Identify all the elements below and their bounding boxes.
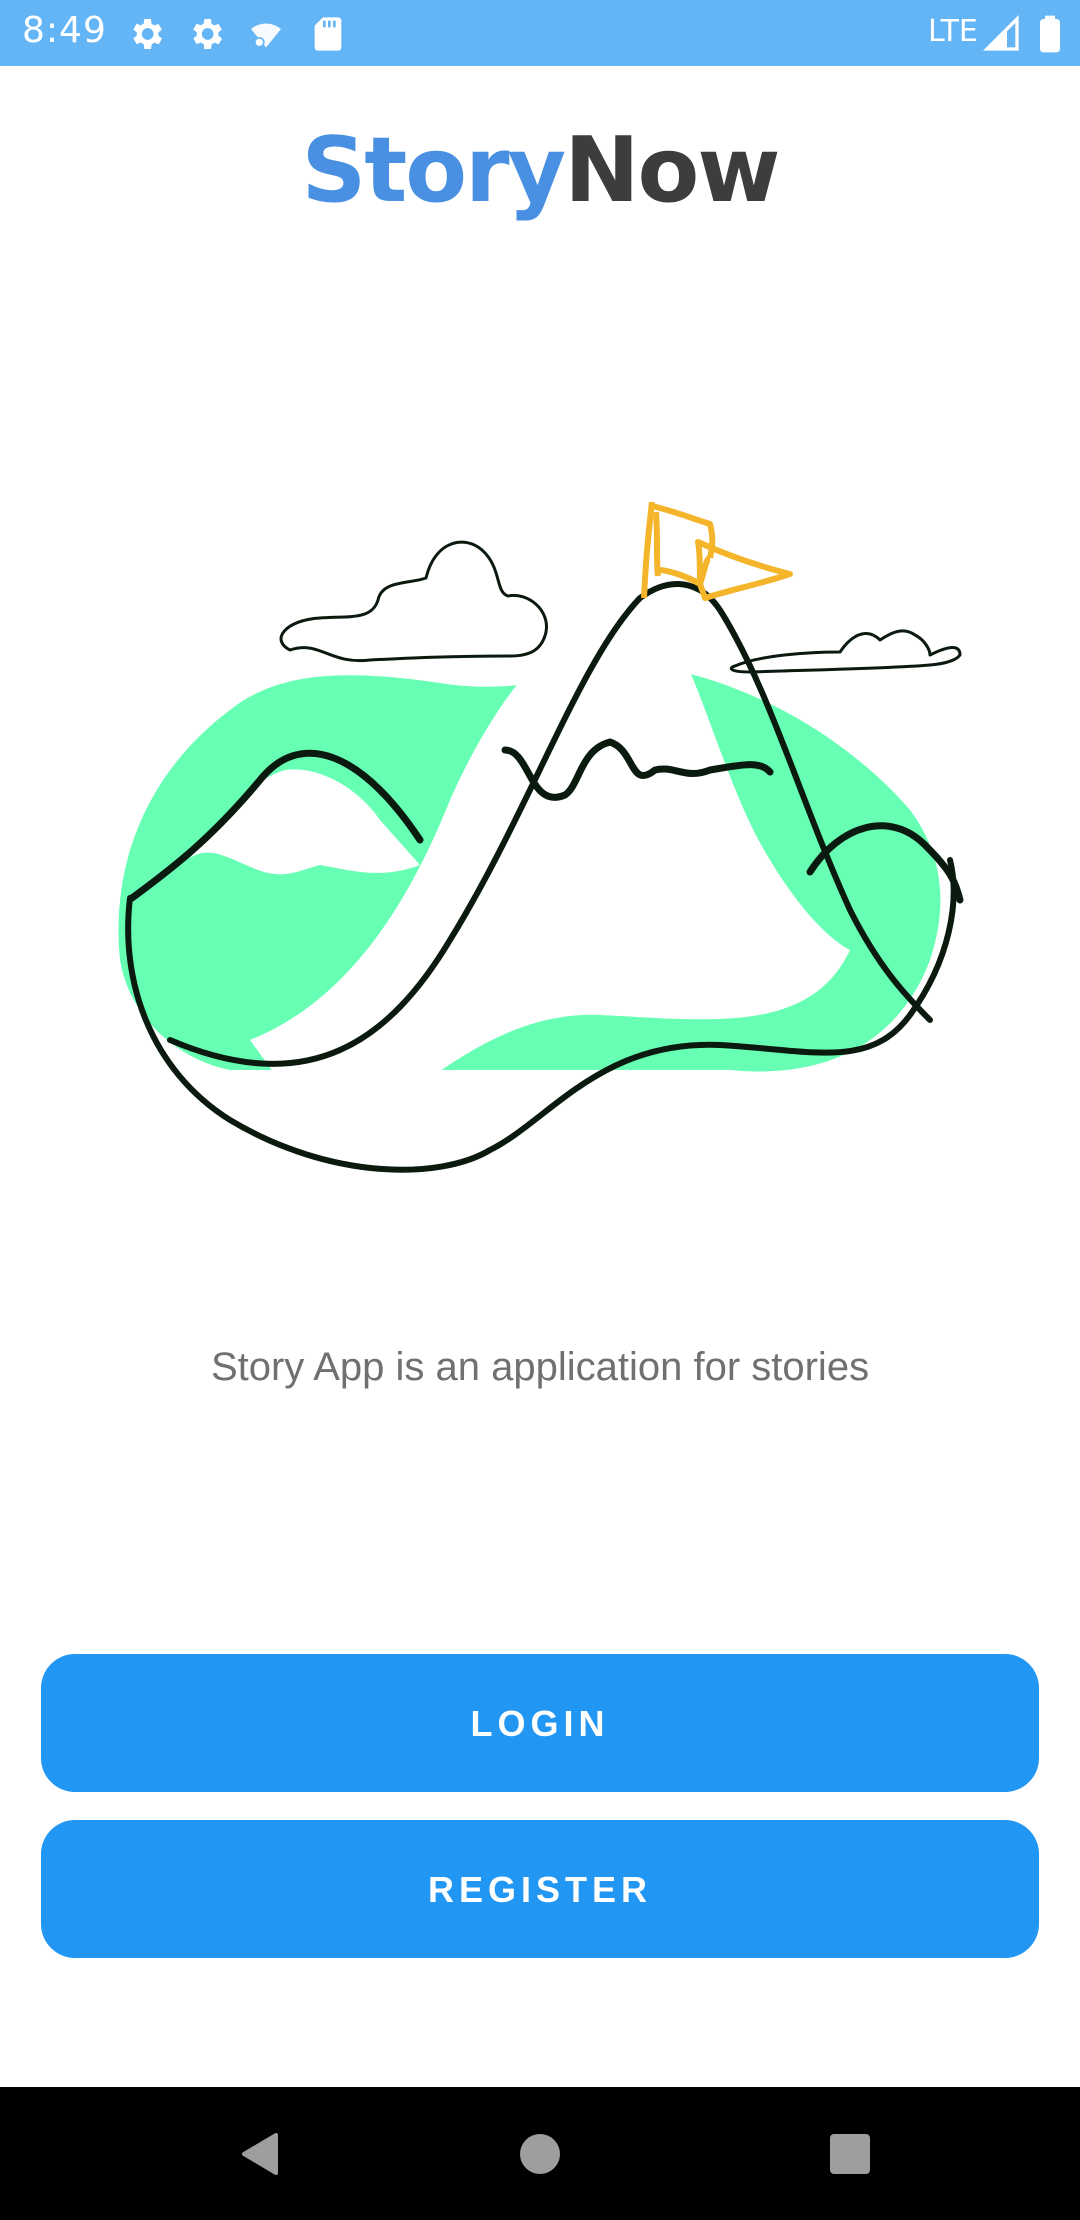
gear-icon [133,19,162,49]
home-icon[interactable] [480,2087,600,2220]
status-time: 8:49 [22,10,107,51]
recents-icon[interactable] [790,2087,910,2220]
app-title-story: Story [301,118,566,223]
right-cloud [729,629,962,674]
app-title: StoryNow [0,118,1080,223]
wifi-settings-icon [251,23,281,48]
left-cloud [279,540,548,663]
status-bar: 8:49 LTE [0,0,1080,66]
network-type: LTE [928,14,978,49]
back-icon[interactable] [200,2087,320,2220]
mountain-flag-illustration [118,501,964,1173]
battery-icon [1040,15,1060,53]
sd-card-icon [314,17,342,51]
app-description: Story App is an application for stories [210,1345,870,1389]
navigation-bar [0,2087,1080,2220]
register-button[interactable]: REGISTER [41,1820,1039,1958]
gear-icon [193,19,222,49]
login-button[interactable]: LOGIN [41,1654,1039,1792]
signal-icon [982,14,1019,51]
app-title-now: Now [564,118,780,223]
